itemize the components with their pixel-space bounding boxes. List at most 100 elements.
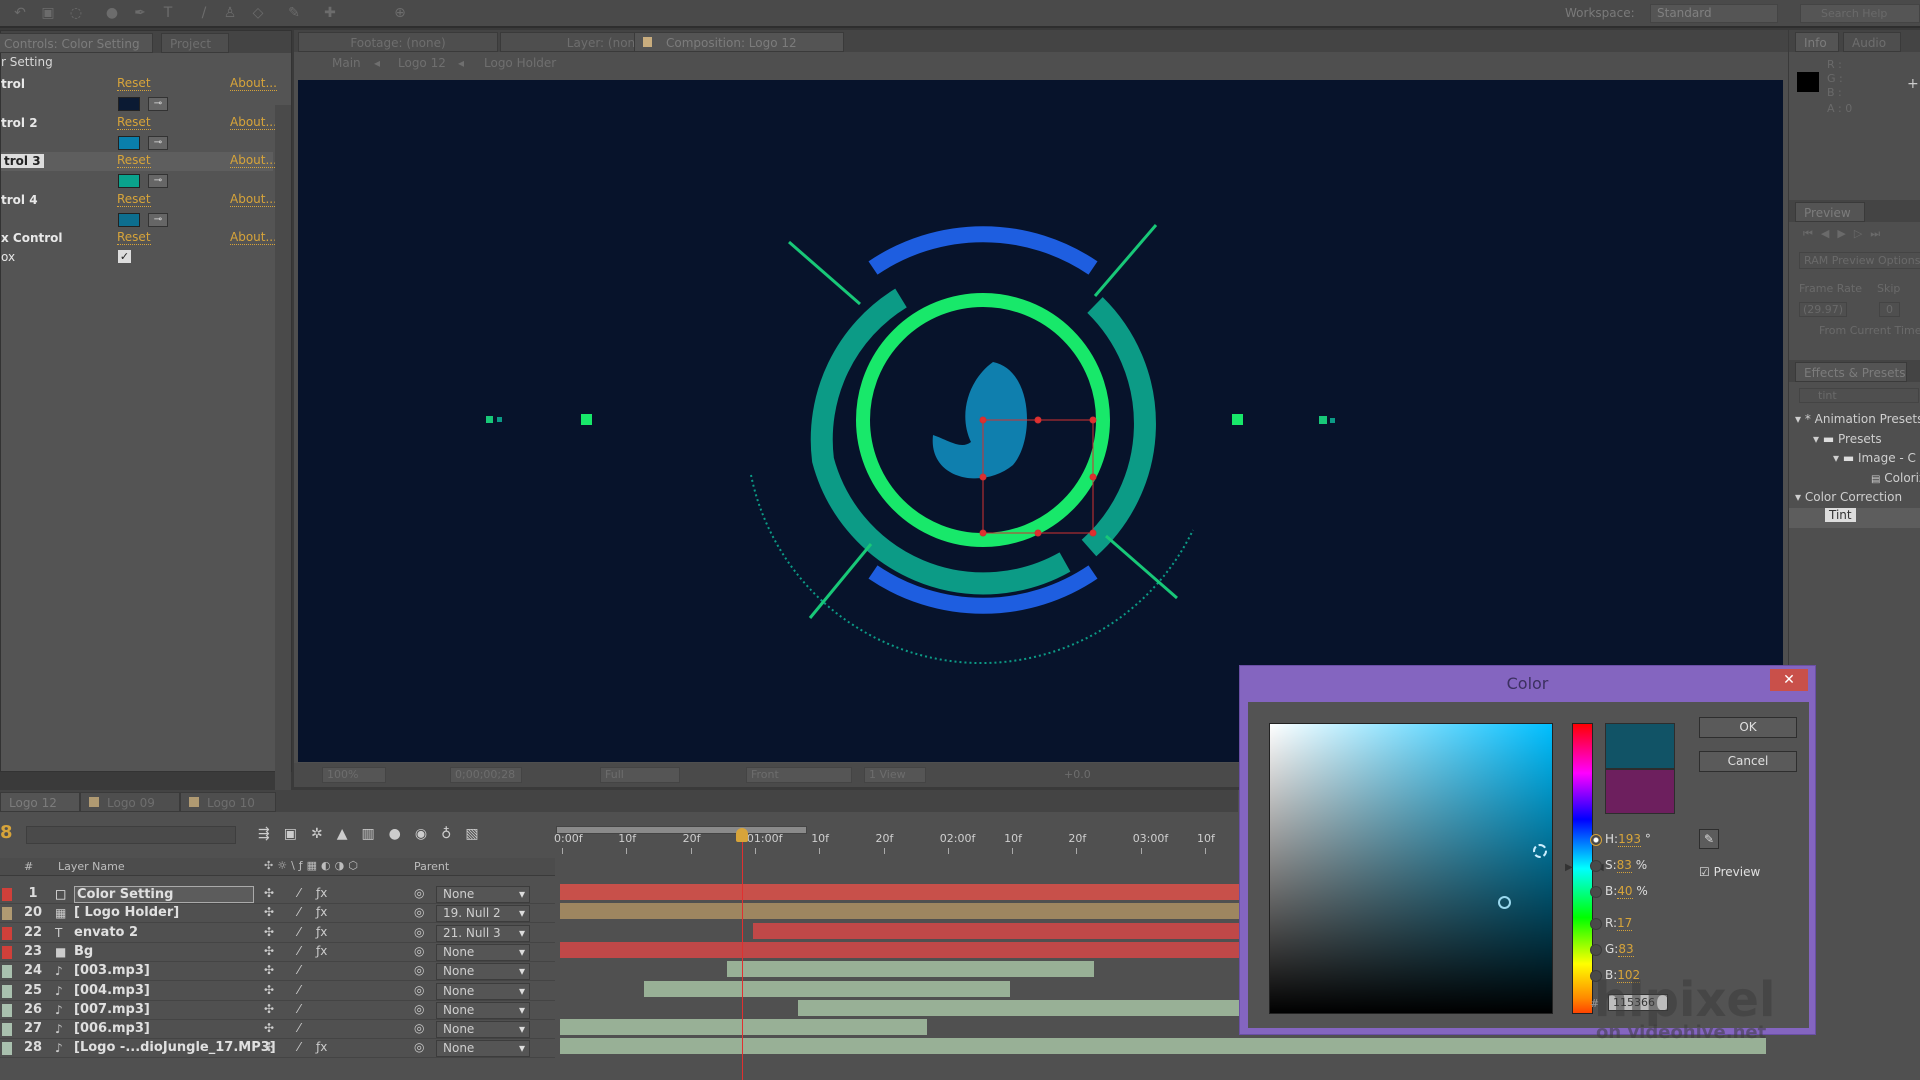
pickwhip-icon[interactable]: ◎	[414, 1040, 424, 1054]
layer-name[interactable]: Color Setting	[74, 886, 254, 903]
pickwhip-icon[interactable]: ◎	[414, 925, 424, 939]
clone-stamp-icon[interactable]: ♙	[222, 5, 238, 21]
camera-icon[interactable]: ▣	[40, 5, 56, 21]
pickwhip-icon[interactable]: ◎	[414, 886, 424, 900]
cancel-button[interactable]: Cancel	[1699, 751, 1797, 772]
pan-behind-icon[interactable]: ◌	[68, 5, 84, 21]
pickwhip-icon[interactable]: ◎	[414, 963, 424, 977]
quality-switch-icon[interactable]: ⁄	[298, 1040, 300, 1054]
timeline-switches[interactable]: ⇶▣✲▲▥●◉♁▧	[258, 826, 493, 842]
layer-duration-bar[interactable]	[727, 961, 1094, 978]
about-link[interactable]: About...	[230, 115, 277, 130]
search-help-input[interactable]: Search Help	[1800, 4, 1920, 23]
radio-h[interactable]	[1590, 833, 1602, 846]
tab-logo09[interactable]: Logo 09	[80, 792, 180, 812]
label-color[interactable]	[2, 926, 12, 940]
scrollbar[interactable]	[275, 105, 291, 795]
breadcrumb-logo-holder[interactable]: Logo Holder	[484, 56, 556, 70]
parent-select[interactable]: 19. Null 2	[436, 905, 530, 923]
effect-name[interactable]: trol	[1, 77, 25, 91]
label-color[interactable]	[2, 945, 12, 959]
tab-logo12[interactable]: Logo 12	[0, 792, 80, 812]
radio-r[interactable]	[1590, 917, 1602, 930]
puppet-pin-icon[interactable]: ✚	[322, 5, 338, 21]
about-link[interactable]: About...	[230, 154, 277, 168]
label-color[interactable]	[2, 984, 12, 998]
layer-name[interactable]: envato 2	[74, 925, 138, 940]
current-time[interactable]: 8	[0, 822, 13, 843]
effect-name[interactable]: x Control	[1, 231, 63, 245]
tab-preview[interactable]: Preview	[1795, 202, 1865, 222]
selected-color-marker[interactable]	[1498, 896, 1511, 909]
brush-tool-icon[interactable]: /	[196, 5, 212, 21]
effects-search-input[interactable]: tint	[1799, 388, 1919, 403]
layer-name[interactable]: [ Logo Holder]	[74, 905, 179, 920]
effect-name[interactable]: trol 3	[1, 154, 44, 168]
exposure-value[interactable]: +0.0	[1064, 768, 1091, 781]
quality-switch-icon[interactable]: ⁄	[298, 1002, 300, 1016]
close-button[interactable]: ✕	[1770, 669, 1808, 691]
parent-select[interactable]: None	[436, 963, 530, 981]
red-field[interactable]: R:17	[1590, 916, 1633, 931]
radio-s[interactable]	[1590, 859, 1602, 872]
current-time-indicator[interactable]	[742, 832, 744, 1080]
layer-name[interactable]: [006.mp3]	[74, 1021, 150, 1036]
from-current-time-checkbox[interactable]: From Current Time	[1819, 324, 1920, 337]
radio-g[interactable]	[1590, 943, 1602, 956]
fx-switch-icon[interactable]: ƒx	[316, 886, 327, 900]
tree-animation-presets[interactable]: ▾ * Animation Presets	[1795, 412, 1920, 426]
skip-select[interactable]: 0	[1879, 302, 1900, 317]
eyedropper-icon[interactable]: ⊸	[148, 174, 168, 188]
current-time-display[interactable]: 0;00;00;28	[450, 767, 522, 783]
tab-audio[interactable]: Audio	[1843, 32, 1901, 52]
about-link[interactable]: About...	[230, 231, 277, 245]
effect-name[interactable]: trol 2	[1, 116, 38, 130]
checkbox[interactable]: ✓	[118, 250, 131, 263]
eyedropper-icon[interactable]: ⊸	[148, 212, 168, 227]
rotate-icon[interactable]: ↶	[12, 5, 28, 21]
color-swatch[interactable]	[118, 174, 140, 188]
layer-row[interactable]: 23 ■ Bg ✣ ⁄ ƒx ◎ None	[0, 943, 555, 962]
eyedropper-icon[interactable]: ⊸	[148, 97, 168, 111]
layer-row[interactable]: 1 □ Color Setting ✣ ⁄ ƒx ◎ None	[0, 885, 555, 904]
pickwhip-icon[interactable]: ◎	[414, 1002, 424, 1016]
shy-switch-icon[interactable]: ✣	[264, 886, 274, 900]
pickwhip-icon[interactable]: ◎	[414, 944, 424, 958]
layer-row[interactable]: 26 ♪ [007.mp3] ✣ ⁄ ◎ None	[0, 1001, 555, 1020]
fx-switch-icon[interactable]: ƒx	[316, 905, 327, 919]
quality-switch-icon[interactable]: ⁄	[298, 886, 300, 900]
shy-switch-icon[interactable]: ✣	[264, 963, 274, 977]
tab-composition[interactable]: Composition: Logo 12	[634, 32, 844, 52]
breadcrumb-logo12[interactable]: Logo 12	[398, 56, 446, 70]
shy-switch-icon[interactable]: ✣	[264, 1002, 274, 1016]
column-layer-name[interactable]: Layer Name	[58, 860, 125, 873]
pickwhip-icon[interactable]: ◎	[414, 983, 424, 997]
tab-info[interactable]: Info	[1795, 32, 1839, 52]
playback-controls[interactable]: ⏮◀▶▷⏭	[1803, 227, 1888, 241]
text-tool-icon[interactable]: T	[160, 5, 176, 21]
shy-switch-icon[interactable]: ✣	[264, 983, 274, 997]
shy-switch-icon[interactable]: ✣	[264, 905, 274, 919]
tree-colorize[interactable]: ▤ Coloriz	[1871, 471, 1920, 485]
reset-link[interactable]: Reset	[117, 115, 151, 130]
ok-button[interactable]: OK	[1699, 717, 1797, 738]
tree-presets[interactable]: ▾ ▬ Presets	[1813, 432, 1882, 446]
resolution-select[interactable]: Full	[600, 767, 680, 783]
view-layout-select[interactable]: 1 View	[864, 767, 926, 783]
tab-effect-controls[interactable]: Controls: Color Setting	[0, 33, 153, 53]
color-swatch[interactable]	[118, 97, 140, 111]
fx-switch-icon[interactable]: ƒx	[316, 944, 327, 958]
effect-name[interactable]: trol 4	[1, 193, 38, 207]
eyedropper-icon[interactable]: ✎	[1699, 829, 1719, 849]
layer-row[interactable]: 22 Tenvato 2 ✣ ⁄ ƒx ◎ 21. Null 3	[0, 924, 555, 943]
tab-project[interactable]: Project	[161, 33, 229, 53]
color-swatch[interactable]	[118, 212, 140, 227]
hue-field[interactable]: H:193 °	[1590, 832, 1651, 847]
axis-icon[interactable]: ⊕	[392, 5, 408, 21]
about-link[interactable]: About...	[230, 77, 277, 91]
reset-link[interactable]: Reset	[117, 192, 151, 207]
preview-checkbox[interactable]: ☑ Preview	[1699, 865, 1760, 879]
fx-switch-icon[interactable]: ƒx	[316, 925, 327, 939]
parent-select[interactable]: None	[436, 1001, 530, 1019]
label-color[interactable]	[2, 888, 12, 901]
